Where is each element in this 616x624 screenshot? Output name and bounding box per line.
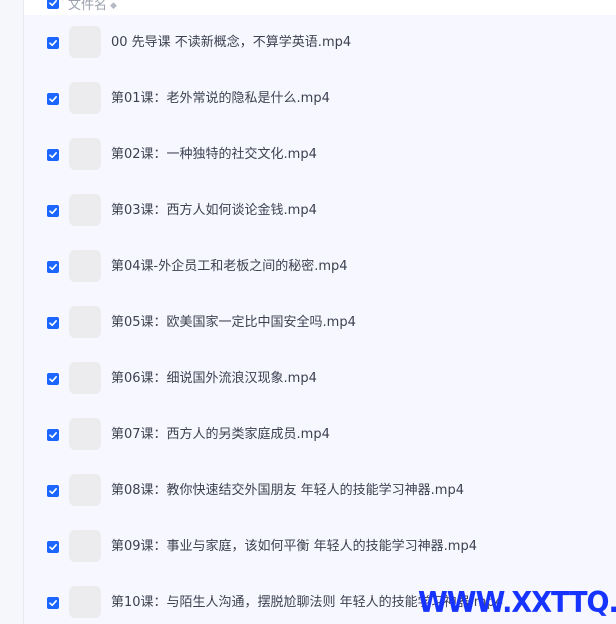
file-row[interactable]: 第08课：教你快速结交外国朋友 年轻人的技能学习神器.mp4 xyxy=(24,463,616,519)
check-icon xyxy=(49,264,57,271)
video-file-icon xyxy=(69,306,101,338)
check-icon xyxy=(49,152,57,159)
file-row[interactable]: 第09课：事业与家庭，该如何平衡 年轻人的技能学习神器.mp4 xyxy=(24,519,616,575)
file-row[interactable]: 第05课：欧美国家一定比中国安全吗.mp4 xyxy=(24,295,616,351)
check-icon xyxy=(49,96,57,103)
video-file-icon xyxy=(69,138,101,170)
file-row[interactable]: 第03课：西方人如何谈论金钱.mp4 xyxy=(24,183,616,239)
file-checkbox[interactable] xyxy=(47,93,59,105)
file-name[interactable]: 第05课：欧美国家一定比中国安全吗.mp4 xyxy=(111,314,356,331)
left-sidebar-gutter xyxy=(0,0,24,624)
file-checkbox[interactable] xyxy=(47,429,59,441)
file-row[interactable]: 第04课-外企员工和老板之间的秘密.mp4 xyxy=(24,239,616,295)
file-checkbox[interactable] xyxy=(47,597,59,609)
file-list-panel: 文件名 ◆ 00 先导课 不读新概念，不算学英语.mp4 第01课：老外常说的隐私是… xyxy=(24,0,616,624)
file-checkbox[interactable] xyxy=(47,373,59,385)
file-row[interactable]: 00 先导课 不读新概念，不算学英语.mp4 xyxy=(24,15,616,71)
check-icon xyxy=(49,320,57,327)
video-file-icon xyxy=(69,362,101,394)
file-row[interactable]: 第01课：老外常说的隐私是什么.mp4 xyxy=(24,71,616,127)
video-file-icon xyxy=(69,586,101,618)
filename-column-header[interactable]: 文件名 ◆ xyxy=(68,0,117,13)
list-header: 文件名 ◆ xyxy=(24,0,616,15)
file-checkbox[interactable] xyxy=(47,317,59,329)
file-row[interactable]: 第07课：西方人的另类家庭成员.mp4 xyxy=(24,407,616,463)
select-all-checkbox[interactable] xyxy=(47,0,59,9)
sort-icon[interactable]: ◆ xyxy=(110,1,117,11)
video-file-icon xyxy=(69,82,101,114)
file-list-page: 文件名 ◆ 00 先导课 不读新概念，不算学英语.mp4 第01课：老外常说的隐私是… xyxy=(0,0,616,624)
file-name[interactable]: 第06课：细说国外流浪汉现象.mp4 xyxy=(111,370,317,387)
file-name[interactable]: 第03课：西方人如何谈论金钱.mp4 xyxy=(111,202,317,219)
file-checkbox[interactable] xyxy=(47,149,59,161)
file-name[interactable]: 第01课：老外常说的隐私是什么.mp4 xyxy=(111,90,330,107)
video-file-icon xyxy=(69,194,101,226)
file-name[interactable]: 第07课：西方人的另类家庭成员.mp4 xyxy=(111,426,330,443)
check-icon xyxy=(49,544,57,551)
check-icon xyxy=(49,600,57,607)
file-row[interactable]: 第02课：一种独特的社交文化.mp4 xyxy=(24,127,616,183)
video-file-icon xyxy=(69,530,101,562)
check-icon xyxy=(49,376,57,383)
watermark-logo: WWW.XXTTQ.COM xyxy=(418,587,616,620)
check-icon xyxy=(49,0,57,7)
file-checkbox[interactable] xyxy=(47,37,59,49)
check-icon xyxy=(49,488,57,495)
video-file-icon xyxy=(69,250,101,282)
file-checkbox[interactable] xyxy=(47,205,59,217)
file-checkbox[interactable] xyxy=(47,261,59,273)
file-name[interactable]: 第02课：一种独特的社交文化.mp4 xyxy=(111,146,317,163)
file-name[interactable]: 00 先导课 不读新概念，不算学英语.mp4 xyxy=(111,34,351,51)
video-file-icon xyxy=(69,26,101,58)
filename-column-label: 文件名 xyxy=(68,0,108,13)
check-icon xyxy=(49,208,57,215)
video-file-icon xyxy=(69,474,101,506)
file-name[interactable]: 第04课-外企员工和老板之间的秘密.mp4 xyxy=(111,258,348,275)
file-checkbox[interactable] xyxy=(47,541,59,553)
file-row[interactable]: 第06课：细说国外流浪汉现象.mp4 xyxy=(24,351,616,407)
check-icon xyxy=(49,432,57,439)
file-name[interactable]: 第08课：教你快速结交外国朋友 年轻人的技能学习神器.mp4 xyxy=(111,482,464,499)
check-icon xyxy=(49,40,57,47)
file-name[interactable]: 第09课：事业与家庭，该如何平衡 年轻人的技能学习神器.mp4 xyxy=(111,538,477,555)
file-checkbox[interactable] xyxy=(47,485,59,497)
video-file-icon xyxy=(69,418,101,450)
